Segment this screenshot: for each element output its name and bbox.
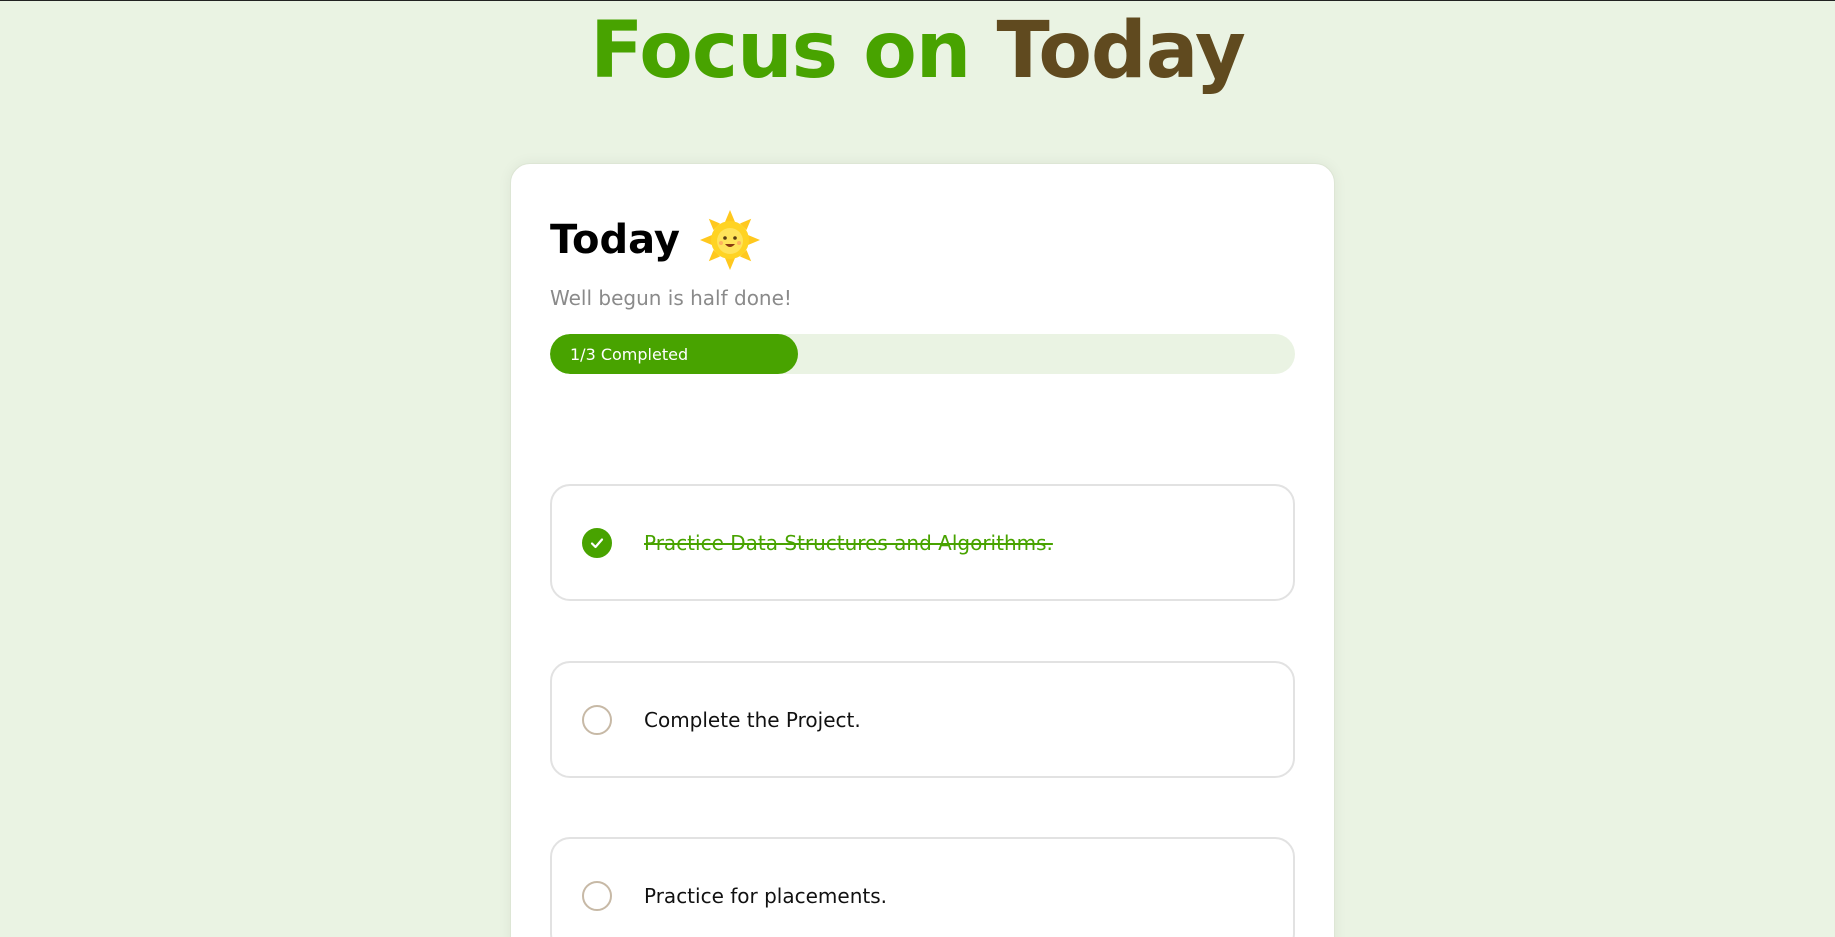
today-card: Today Well begun is half done! 1/3 Compl…	[510, 163, 1335, 937]
progress-label: 1/3 Completed	[570, 344, 689, 364]
task-item[interactable]: Practice Data Structures and Algorithms.	[550, 484, 1295, 601]
sun-icon	[699, 210, 760, 270]
card-heading: Today	[550, 208, 762, 272]
progress-bar: 1/3 Completed	[550, 334, 1295, 374]
task-checkbox[interactable]	[582, 704, 612, 735]
task-checkbox[interactable]	[582, 527, 612, 558]
task-item[interactable]: Practice for placements.	[550, 837, 1295, 937]
app-title-today: Today	[996, 6, 1245, 96]
progress-bar-fill: 1/3 Completed	[550, 334, 799, 374]
task-checkbox[interactable]	[582, 880, 612, 911]
card-heading-text: Today	[550, 217, 680, 263]
app-title: Focus on Today	[0, 1, 1835, 101]
task-text: Practice Data Structures and Algorithms.	[644, 530, 1053, 555]
motivation-text: Well begun is half done!	[550, 286, 792, 310]
app-title-focus-on: Focus on	[590, 6, 971, 96]
check-icon	[590, 537, 604, 548]
task-text: Complete the Project.	[644, 707, 861, 732]
task-text: Practice for placements.	[644, 883, 887, 908]
task-item[interactable]: Complete the Project.	[550, 661, 1295, 778]
